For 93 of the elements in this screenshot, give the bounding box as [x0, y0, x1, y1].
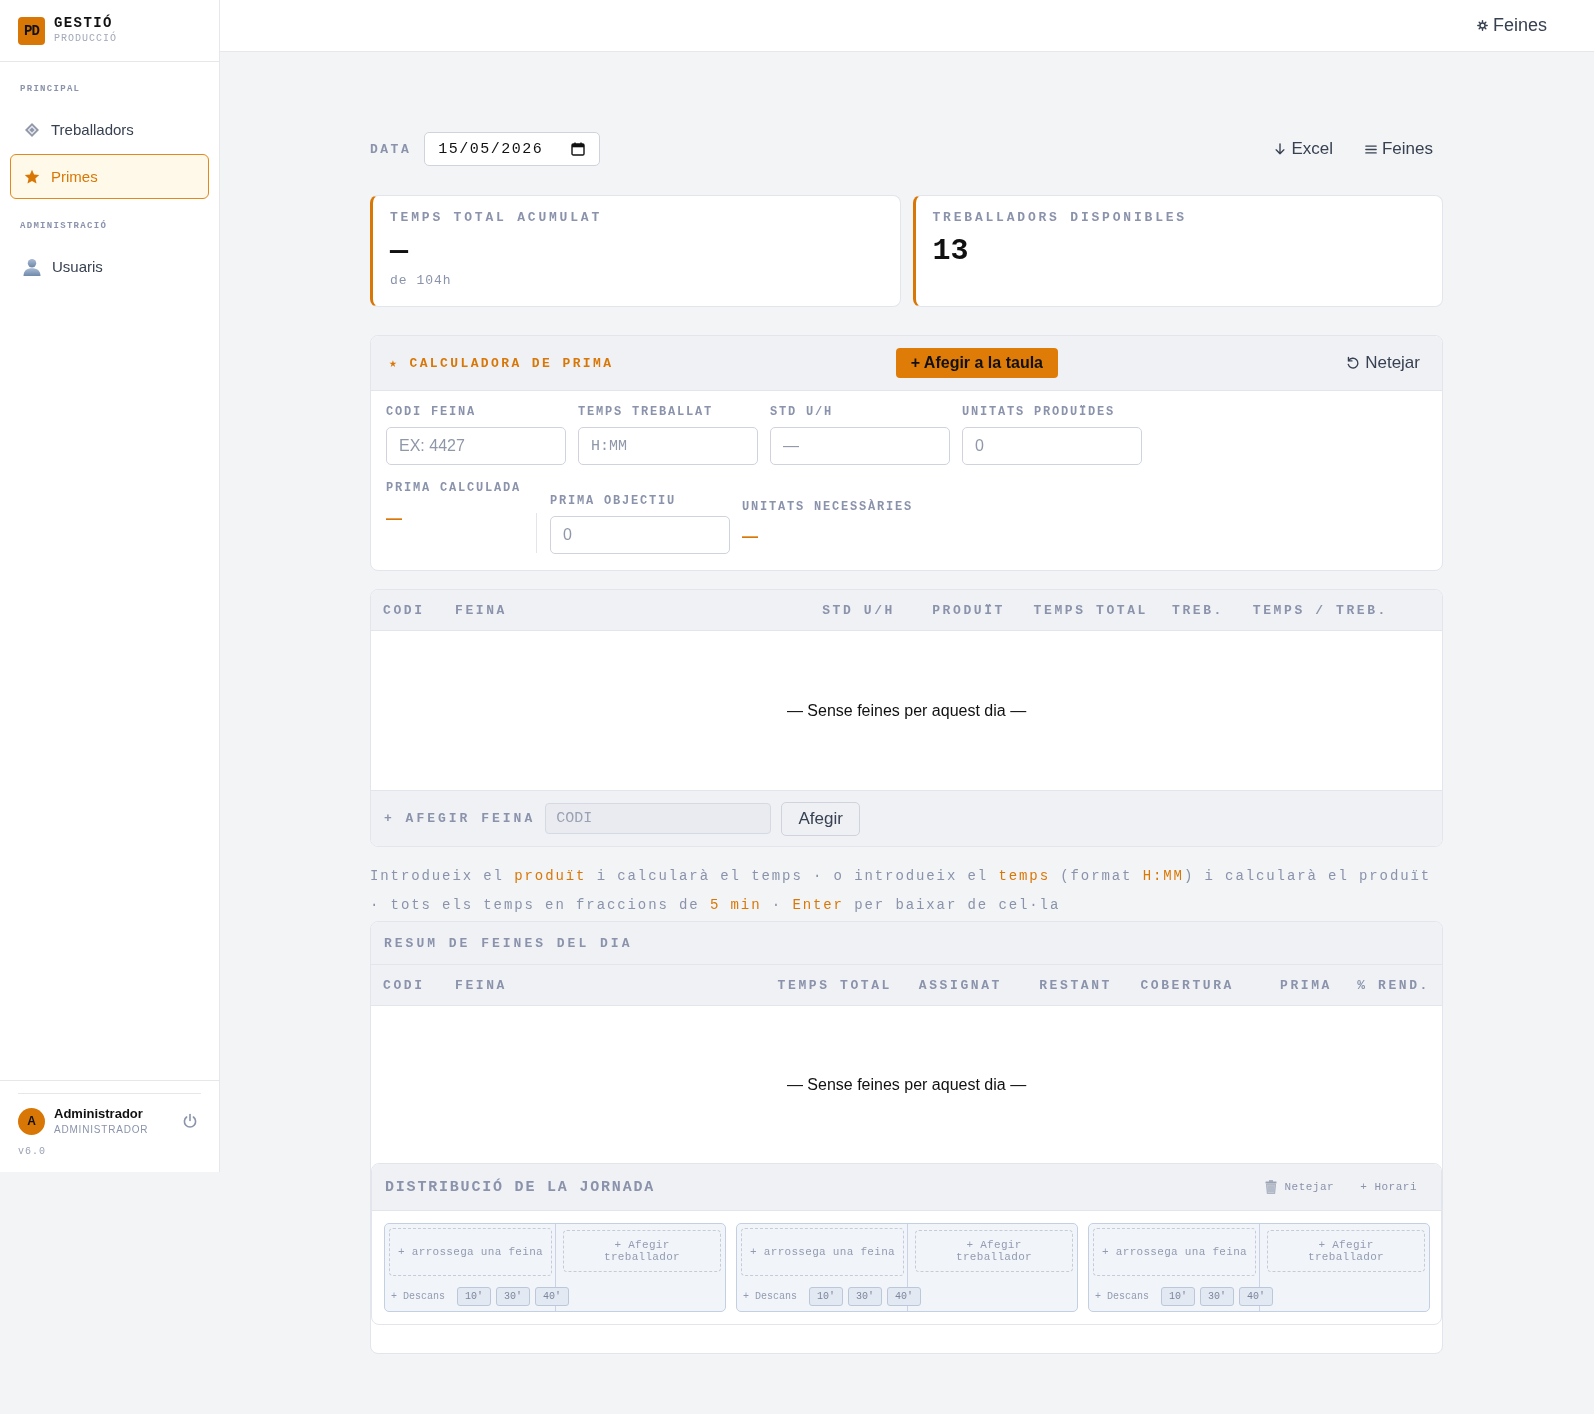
section-heading: PRINCIPAL [19, 83, 82, 96]
empty-message: — Sense feines per aquest dia — [786, 1075, 1027, 1094]
arrow-down-icon [1274, 142, 1287, 156]
nav-item[interactable]: Usuaris [10, 244, 209, 289]
star-icon [24, 168, 40, 185]
column-header: STD U/H [821, 602, 895, 618]
app-subtitle: PRODUCCIÓ [54, 33, 117, 45]
reset-button[interactable]: Netejar [1340, 349, 1426, 377]
column-header: PRIMA [1279, 977, 1332, 993]
add-break-button[interactable]: + Descans [389, 1291, 447, 1302]
column-header: COBERTURA [1139, 977, 1234, 993]
add-to-table-button[interactable]: + Afegir a la taula [895, 348, 1058, 378]
input-field[interactable]: H:MM [578, 427, 758, 465]
add-schedule-button[interactable]: + Horari [1352, 1177, 1425, 1197]
field-label: UNITATS NECESSÀRIES [742, 500, 914, 514]
break-chip[interactable]: 40' [1239, 1287, 1273, 1306]
stat-note: de 104h [390, 273, 453, 289]
field-label: CODI FEINA [386, 405, 477, 419]
input-field[interactable]: EX: 4427 [386, 427, 566, 465]
column-header: RESTANT [1038, 977, 1112, 993]
add-break-button[interactable]: + Descans [1093, 1291, 1151, 1302]
column-header: FEINA [455, 602, 508, 618]
code-field[interactable]: CODI [545, 803, 772, 834]
section-heading: ADMINISTRACIÓ [19, 219, 109, 233]
break-chip[interactable]: 30' [496, 1287, 530, 1306]
column-header: TEMPS / TREB. [1251, 602, 1388, 618]
date-label: DATA [370, 141, 412, 157]
add-button[interactable]: Afegir [781, 801, 861, 836]
user-role: ADMINISTRADOR [54, 1122, 149, 1137]
column-header: % REND. [1356, 977, 1430, 993]
column-header: TREB. [1171, 602, 1224, 618]
user-name: Administrador [54, 1105, 144, 1121]
add-worker-button[interactable]: + Afegir treballador [915, 1230, 1073, 1272]
column-header: TEMPS TOTAL [776, 977, 892, 993]
panel-title: RESUM DE FEINES DEL DIA [384, 935, 633, 951]
nav-item[interactable]: Primes [10, 154, 209, 199]
input-field[interactable]: 0 [962, 427, 1142, 465]
result-value: — [742, 528, 758, 546]
drop-zone[interactable]: + arrossega una feina [389, 1228, 552, 1276]
input-field[interactable]: 0 [550, 516, 730, 554]
break-chip[interactable]: 10' [809, 1287, 843, 1306]
field-label: TEMPS TREBALLAT [578, 405, 715, 419]
nav-item[interactable]: Treballadors [10, 107, 209, 152]
result-value: — [386, 510, 402, 528]
avatar: A [18, 1107, 45, 1135]
input-field[interactable]: — [770, 427, 950, 465]
gear-icon [1476, 20, 1488, 31]
break-chip[interactable]: 30' [848, 1287, 882, 1306]
column-header: ASSIGNAT [917, 977, 1002, 993]
hint-text: Introdueix el produït i calcularà el temps · o introdueix el temps (format H:MM) i calcularà el produït · tots els temps en fraccions de 5 min · Enter per baixar de cel·la [370, 867, 1433, 915]
refresh-icon [1346, 356, 1361, 370]
add-worker-button[interactable]: + Afegir treballador [563, 1230, 721, 1272]
field-label: UNITATS PRODUÏDES [962, 405, 1117, 419]
user-icon [23, 257, 41, 276]
export-button[interactable]: Excel [1266, 135, 1341, 163]
column-header: CODI [383, 602, 426, 618]
field-label: STD U/H [770, 405, 834, 419]
jobs-link[interactable]: Feines [1476, 15, 1547, 36]
break-chip[interactable]: 10' [457, 1287, 491, 1306]
stat-value: 13 [932, 234, 970, 268]
stat-value: — [390, 234, 409, 268]
panel-title: DISTRIBUCIÓ DE LA JORNADA [385, 1178, 656, 1196]
trash-icon [1265, 1180, 1278, 1194]
app-title: GESTIÓ [54, 16, 114, 30]
drop-zone[interactable]: + arrossega una feina [741, 1228, 904, 1276]
column-header: TEMPS TOTAL [1032, 602, 1148, 618]
field-label: PRIMA CALCULADA [386, 481, 523, 495]
column-header: CODI [383, 977, 426, 993]
break-chip[interactable]: 30' [1200, 1287, 1234, 1306]
calendar-icon [571, 142, 586, 156]
menu-icon [1364, 143, 1377, 155]
stat-label: TREBALLADORS DISPONIBLES [932, 210, 1188, 226]
add-worker-button[interactable]: + Afegir treballador [1267, 1230, 1425, 1272]
empty-message: — Sense feines per aquest dia — [786, 701, 1027, 720]
date-field[interactable]: 15/05/2026 [424, 132, 601, 166]
clear-button[interactable]: Netejar [1257, 1177, 1343, 1197]
stat-label: TEMPS TOTAL ACUMULAT [390, 210, 604, 226]
break-chip[interactable]: 40' [887, 1287, 921, 1306]
add-break-button[interactable]: + Descans [741, 1291, 799, 1302]
diamond-icon [24, 121, 40, 138]
field-label: PRIMA OBJECTIU [550, 494, 678, 508]
logout-button[interactable] [182, 1113, 198, 1129]
break-chip[interactable]: 10' [1161, 1287, 1195, 1306]
drop-zone[interactable]: + arrossega una feina [1093, 1228, 1256, 1276]
column-header: PRODUÏT [931, 602, 1005, 618]
jobs-button[interactable]: Feines [1356, 135, 1441, 163]
logo-badge: PD [18, 17, 45, 45]
column-header: FEINA [455, 977, 508, 993]
panel-title: ★ CALCULADORA DE PRIMA [389, 355, 614, 371]
break-chip[interactable]: 40' [535, 1287, 569, 1306]
add-job-label: + AFEGIR FEINA [384, 811, 536, 826]
version-label: v6.0 [18, 1146, 47, 1158]
power-icon [182, 1113, 198, 1129]
